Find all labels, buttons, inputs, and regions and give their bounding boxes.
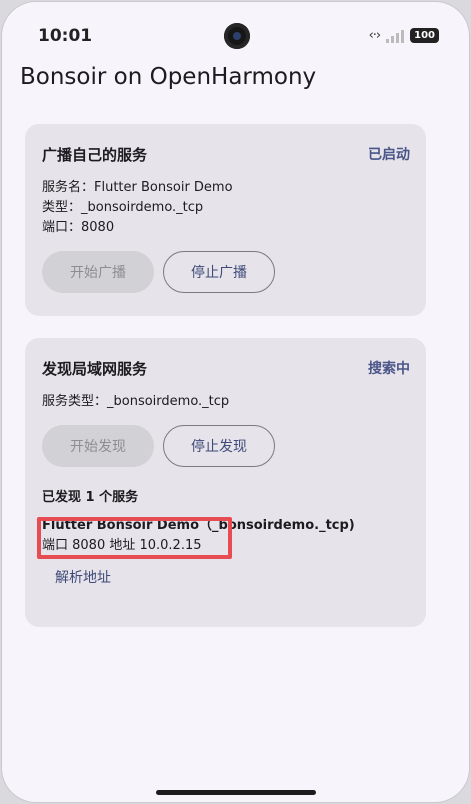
broadcast-card: 广播自己的服务 已启动 服务名：Flutter Bonsoir Demo 类型：… — [25, 124, 426, 316]
start-discovery-button[interactable]: 开始发现 — [42, 425, 154, 467]
battery-icon: 100 — [410, 28, 439, 43]
stop-discovery-button[interactable]: 停止发现 — [163, 425, 275, 467]
data-transfer-icon: ‹·› — [368, 28, 381, 43]
discovery-title: 发现局域网服务 — [42, 360, 148, 378]
app-title: Bonsoir on OpenHarmony — [20, 64, 317, 90]
broadcast-service-type: 类型：_bonsoirdemo._tcp — [42, 200, 204, 215]
resolve-address-link[interactable]: 解析地址 — [55, 567, 111, 587]
front-camera — [224, 23, 250, 49]
start-broadcast-button[interactable]: 开始广播 — [42, 251, 154, 293]
home-indicator[interactable] — [156, 790, 316, 795]
status-icons: ‹·› 100 — [369, 28, 439, 43]
broadcast-title: 广播自己的服务 — [42, 146, 148, 164]
status-bar: 10:01 ‹·› 100 — [2, 2, 469, 72]
status-time: 10:01 — [38, 26, 93, 46]
phone-screen: 10:01 ‹·› 100 Bonsoir on OpenHarmony 广播自… — [2, 2, 469, 802]
broadcast-port: 端口：8080 — [42, 220, 115, 235]
broadcast-status: 已启动 — [368, 147, 410, 163]
stop-broadcast-button[interactable]: 停止广播 — [163, 251, 275, 293]
cellular-signal-icon — [386, 29, 405, 43]
discovery-service-type: 服务类型：_bonsoirdemo._tcp — [42, 394, 230, 409]
broadcast-service-name: 服务名：Flutter Bonsoir Demo — [42, 180, 233, 195]
highlight-box — [37, 517, 232, 559]
found-services-count: 已发现 1 个服务 — [42, 490, 139, 505]
discovery-card: 发现局域网服务 搜索中 服务类型：_bonsoirdemo._tcp 开始发现 … — [25, 338, 426, 627]
discovery-status: 搜索中 — [368, 361, 410, 377]
